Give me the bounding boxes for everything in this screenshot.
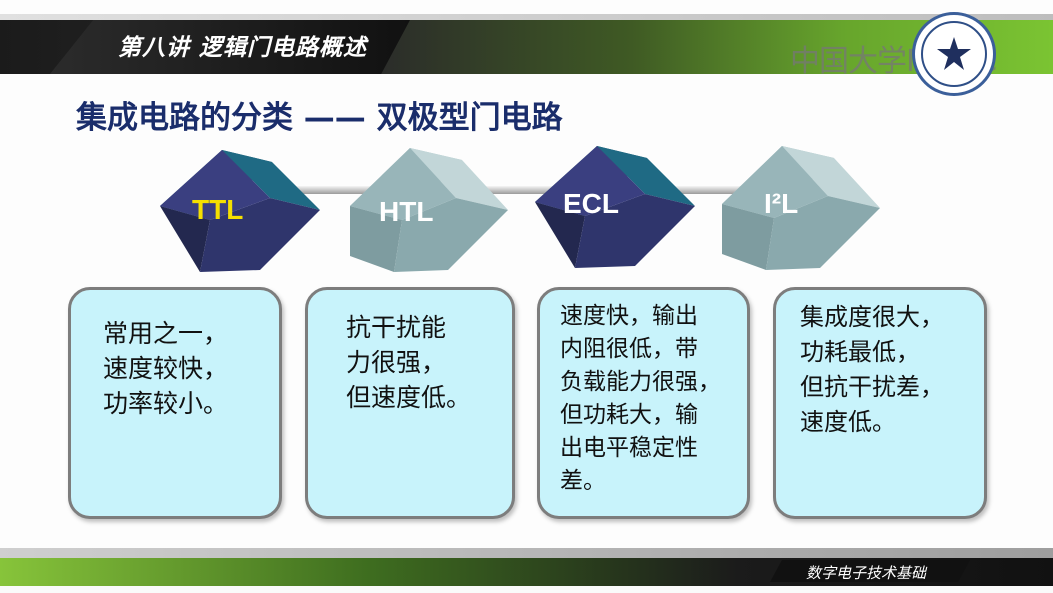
cube-ecl-label: ECL bbox=[563, 188, 619, 219]
slide-heading: 集成电路的分类 —— 双极型门电路 bbox=[76, 100, 563, 136]
course-name: 数字电子技术基础 bbox=[806, 564, 927, 582]
card-i2l: 集成度很大， 功耗最低， 但抗干扰差， 速度低。 bbox=[773, 287, 987, 519]
card-ecl: 速度快，输出 内阻很低，带 负载能力很强， 但功耗大，输 出电平稳定性 差。 bbox=[537, 287, 750, 519]
card-i2l-text: 集成度很大， 功耗最低， 但抗干扰差， 速度低。 bbox=[800, 303, 944, 436]
slide-frame: 第八讲 逻辑门电路概述 中国大学MOOC 集成电路的分类 —— 双极型门电路 T… bbox=[0, 0, 1053, 593]
card-htl-text: 抗干扰能 力很强， 但速度低。 bbox=[346, 313, 472, 412]
cube-ttl-label: TTL bbox=[192, 194, 244, 225]
logo-emblem-icon bbox=[921, 21, 987, 87]
card-htl: 抗干扰能 力很强， 但速度低。 bbox=[305, 287, 515, 519]
cube-i2l-label: I²L bbox=[764, 188, 799, 219]
footer-stripe bbox=[0, 548, 1053, 558]
card-ttl: 常用之一， 速度较快， 功率较小。 bbox=[68, 287, 282, 519]
cube-htl-label: HTL bbox=[379, 196, 434, 227]
card-ttl-text: 常用之一， 速度较快， 功率较小。 bbox=[103, 319, 229, 418]
card-ecl-text: 速度快，输出 内阻很低，带 负载能力很强， 但功耗大，输 出电平稳定性 差。 bbox=[560, 303, 721, 494]
cube-i2l bbox=[722, 144, 882, 274]
lecture-title: 第八讲 逻辑门电路概述 bbox=[118, 35, 368, 61]
bottom-edge bbox=[0, 586, 1053, 593]
university-logo bbox=[912, 12, 996, 96]
